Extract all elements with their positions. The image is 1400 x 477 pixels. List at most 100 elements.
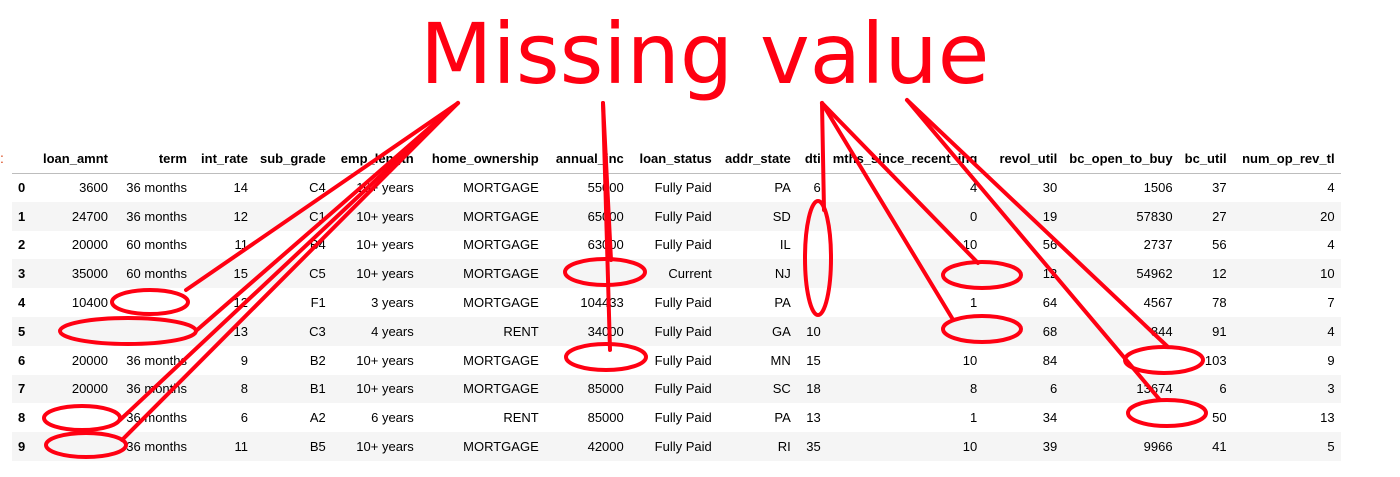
table-cell: 3 years [371, 295, 414, 311]
table-cell: 3600 [79, 180, 108, 196]
table-cell: 13 [1320, 410, 1335, 426]
table-cell: 78 [1212, 295, 1227, 311]
table-cell: 84 [1042, 352, 1058, 368]
table-cell: 10 [1320, 266, 1335, 282]
table-cell: 10 [962, 439, 978, 455]
table-cell: 6 [813, 180, 821, 196]
row-index: 2 [18, 237, 26, 253]
table-cell: 4 [970, 180, 978, 196]
table-cell: RENT [503, 323, 539, 339]
table-cell: 10 [806, 323, 821, 339]
table-cell: 103 [1204, 352, 1227, 368]
table-cell: 36 months [126, 439, 187, 455]
table-cell: 19 [1042, 208, 1058, 224]
table-cell: 13 [233, 323, 248, 339]
table-cell: 10+ years [356, 208, 414, 224]
table-cell: 10 [962, 237, 978, 253]
table-cell: Fully Paid [654, 295, 712, 311]
table-cell: C4 [309, 180, 326, 196]
table-cell [545, 346, 630, 375]
table-cell: 4 [1327, 323, 1335, 339]
table-cell: 35 [806, 439, 821, 455]
column-header-bc-open-to-buy: bc_open_to_buy [1063, 144, 1179, 174]
table-cell: 60 months [126, 266, 187, 282]
table-cell: 30 [1042, 180, 1058, 196]
table-cell: 60 months [126, 237, 187, 253]
table-cell: 55000 [587, 180, 624, 196]
table-cell: 36 months [126, 180, 187, 196]
table-cell: 34 [1042, 410, 1058, 426]
table-cell: 13 [806, 410, 821, 426]
table-cell: 7 [1327, 295, 1335, 311]
table-cell: 11 [234, 237, 249, 253]
table-cell: 12 [233, 208, 248, 224]
column-header-home-ownership: home_ownership [419, 144, 545, 174]
table-cell: C1 [309, 208, 326, 224]
table-cell: 104433 [580, 295, 624, 311]
index-header [12, 144, 34, 174]
table-cell: Fully Paid [654, 180, 712, 196]
table-cell: 36 months [126, 208, 187, 224]
table-cell [34, 403, 114, 432]
table-cell [797, 231, 827, 260]
table-cell: Fully Paid [654, 237, 712, 253]
table-cell: 56 [1212, 237, 1227, 253]
table-cell: PA [774, 410, 791, 426]
table-cell: 1506 [1143, 180, 1173, 196]
table-cell: 5 [1327, 439, 1335, 455]
table-cell: MN [770, 352, 791, 368]
table-cell: Fully Paid [654, 381, 712, 397]
table-cell [545, 259, 630, 288]
table-cell [827, 317, 984, 346]
row-index: 1 [18, 208, 26, 224]
table-cell: 18 [806, 381, 821, 397]
table-cell: 10+ years [356, 381, 414, 397]
table-cell: 10+ years [356, 439, 414, 455]
table-cell: NJ [774, 266, 791, 282]
table-cell: 844 [1150, 323, 1173, 339]
table-cell: 6 years [371, 410, 414, 426]
output-prompt-mark: : [0, 150, 4, 166]
dataframe-table: loan_amnt term int_rate sub_grade emp_length… [12, 144, 1341, 461]
table-row: 8 36 months 6 A2 6 years RENT 85000 Fully Paid P… [12, 403, 1341, 432]
table-cell: SC [772, 381, 791, 397]
table-cell: 9966 [1143, 439, 1173, 455]
row-index: 0 [18, 180, 26, 196]
column-header-addr-state: addr_state [717, 144, 797, 174]
table-cell: 4 [1327, 180, 1335, 196]
table-cell: 36 months [126, 381, 187, 397]
table-cell: GA [771, 323, 791, 339]
row-index: 9 [18, 439, 26, 455]
table-cell: A2 [309, 410, 326, 426]
column-header-bc-util: bc_util [1178, 144, 1233, 174]
table-cell: MORTGAGE [463, 439, 539, 455]
table-cell: 63000 [587, 237, 624, 253]
column-header-dti: dti [796, 144, 827, 174]
table-cell: 65000 [587, 208, 624, 224]
column-header-revol-util: revol_util [983, 144, 1064, 174]
column-header-sub-grade: sub_grade [254, 144, 332, 174]
table-cell: B4 [309, 237, 326, 253]
table-row: 5 13 C3 4 years RENT 34000 Fully Paid GA 10 68 844… [12, 316, 1341, 346]
column-header-loan-amnt: loan_amnt [34, 144, 114, 174]
table-cell: 57830 [1136, 208, 1173, 224]
column-header-mths-since-recent-inq: mths_since_recent_inq [826, 144, 984, 174]
row-index: 4 [18, 295, 26, 311]
table-cell: MORTGAGE [463, 180, 539, 196]
table-cell: 4 [1327, 237, 1335, 253]
table-cell: 12 [1042, 266, 1058, 282]
table-cell: Fully Paid [654, 439, 712, 455]
column-header-int-rate: int_rate [193, 144, 254, 174]
table-cell: 12 [233, 295, 248, 311]
table-row: 0 3600 36 months 14 C4 10+ years MORTGAGE 55000… [12, 173, 1341, 202]
table-cell: 27 [1212, 208, 1227, 224]
table-cell: C5 [309, 266, 326, 282]
table-cell: MORTGAGE [463, 352, 539, 368]
table-cell: Fully Paid [654, 208, 712, 224]
table-cell: 85000 [587, 410, 624, 426]
table-row: 1 24700 36 months 12 C1 10+ years MORTGAGE 6500… [12, 201, 1341, 231]
table-cell: 14 [233, 180, 248, 196]
table-row: 6 20000 36 months 9 B2 10+ years MORTGAGE Fully… [12, 346, 1341, 375]
table-cell: 20000 [71, 352, 108, 368]
table-cell: Fully Paid [654, 352, 712, 368]
